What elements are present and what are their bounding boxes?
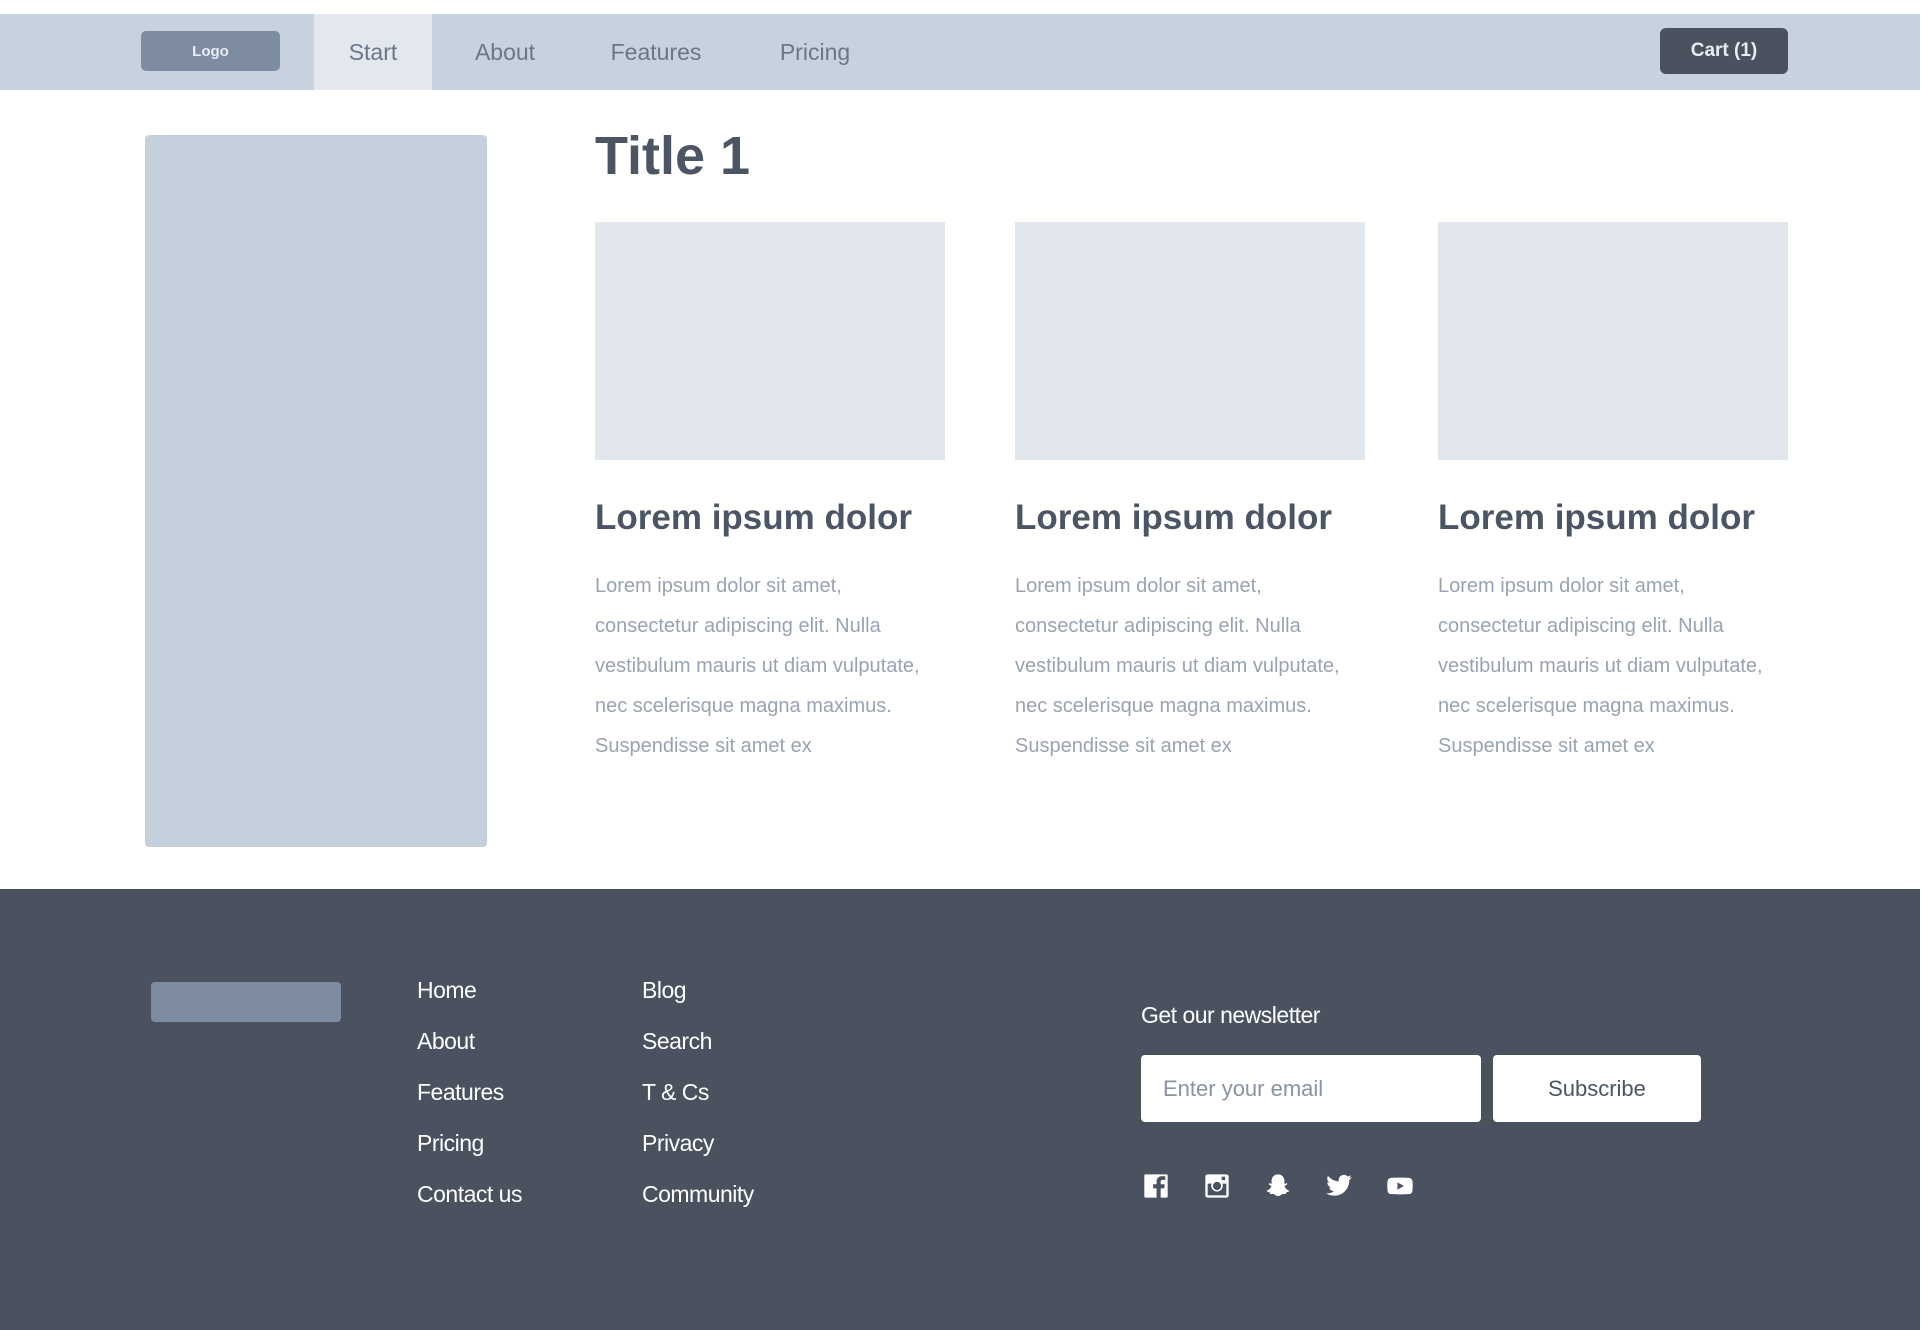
- card-image-placeholder: [1438, 222, 1788, 460]
- footer-link-terms[interactable]: T & Cs: [642, 1079, 754, 1130]
- card-body: Lorem ipsum dolor sit amet, consectetur …: [595, 575, 920, 757]
- subscribe-button[interactable]: Subscribe: [1493, 1055, 1701, 1122]
- top-navbar: Logo Start About Features Pricing Cart (…: [0, 14, 1920, 90]
- footer-link-privacy[interactable]: Privacy: [642, 1130, 754, 1181]
- card-title: Lorem ipsum dolor: [595, 498, 912, 537]
- facebook-icon[interactable]: [1141, 1171, 1171, 1201]
- sidebar-placeholder: [145, 135, 487, 847]
- card-title: Lorem ipsum dolor: [1015, 498, 1332, 537]
- footer-logo[interactable]: [151, 982, 341, 1022]
- card-body: Lorem ipsum dolor sit amet, consectetur …: [1015, 575, 1340, 757]
- cart-button[interactable]: Cart (1): [1660, 28, 1788, 74]
- logo[interactable]: Logo: [141, 31, 280, 71]
- card-image-placeholder: [595, 222, 945, 460]
- card-title: Lorem ipsum dolor: [1438, 498, 1755, 537]
- footer-link-blog[interactable]: Blog: [642, 977, 754, 1028]
- social-links: [1141, 1171, 1415, 1201]
- newsletter-label: Get our newsletter: [1141, 1002, 1320, 1028]
- nav-item-pricing[interactable]: Pricing: [757, 14, 873, 90]
- content-card: Lorem ipsum dolor Lorem ipsum dolor sit …: [1438, 222, 1788, 766]
- footer-link-community[interactable]: Community: [642, 1181, 754, 1232]
- card-image-placeholder: [1015, 222, 1365, 460]
- email-input[interactable]: [1141, 1055, 1481, 1122]
- content-card: Lorem ipsum dolor Lorem ipsum dolor sit …: [1015, 222, 1365, 766]
- card-body: Lorem ipsum dolor sit amet, consectetur …: [1438, 575, 1763, 757]
- footer-link-contact[interactable]: Contact us: [417, 1181, 522, 1232]
- content-card: Lorem ipsum dolor Lorem ipsum dolor sit …: [595, 222, 945, 766]
- nav-item-start[interactable]: Start: [314, 14, 432, 90]
- footer-link-about[interactable]: About: [417, 1028, 522, 1079]
- instagram-icon[interactable]: [1202, 1171, 1232, 1201]
- youtube-icon[interactable]: [1385, 1171, 1415, 1201]
- nav-item-about[interactable]: About: [446, 14, 564, 90]
- footer: Home About Features Pricing Contact us B…: [0, 889, 1920, 1330]
- footer-links-column-2: Blog Search T & Cs Privacy Community: [642, 977, 754, 1232]
- footer-link-search[interactable]: Search: [642, 1028, 754, 1079]
- page: Logo Start About Features Pricing Cart (…: [0, 14, 1920, 1330]
- footer-link-pricing[interactable]: Pricing: [417, 1130, 522, 1181]
- twitter-icon[interactable]: [1324, 1171, 1354, 1201]
- footer-link-features[interactable]: Features: [417, 1079, 522, 1130]
- snapchat-icon[interactable]: [1263, 1171, 1293, 1201]
- footer-links-column-1: Home About Features Pricing Contact us: [417, 977, 522, 1232]
- footer-link-home[interactable]: Home: [417, 977, 522, 1028]
- nav-item-features[interactable]: Features: [590, 14, 722, 90]
- page-title: Title 1: [595, 126, 751, 186]
